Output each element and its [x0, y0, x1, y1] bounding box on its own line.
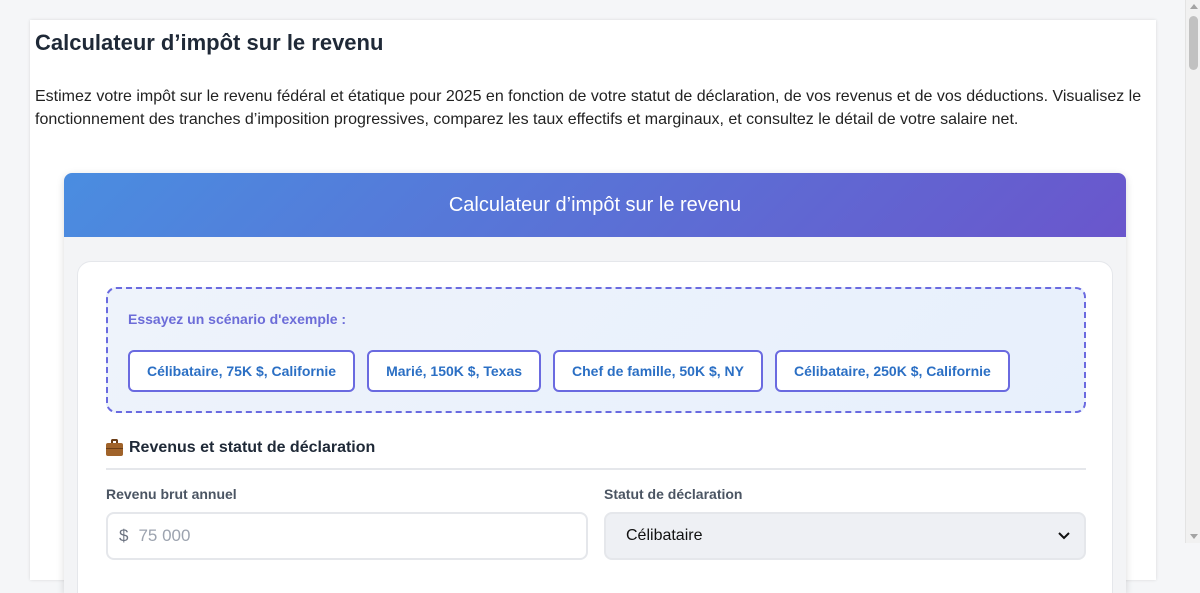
example-scenarios-box: Essayez un scénario d'exemple : Célibata… — [106, 287, 1086, 413]
scenario-button-single-75k-california[interactable]: Célibataire, 75K $, Californie — [128, 350, 356, 392]
calculator-card: Essayez un scénario d'exemple : Célibata… — [77, 261, 1113, 593]
scroll-up-icon[interactable] — [1190, 4, 1198, 9]
scenario-buttons: Célibataire, 75K $, Californie Marié, 15… — [128, 350, 1010, 392]
gross-income-field[interactable]: $ — [106, 512, 588, 560]
calculator-widget: Calculateur d’impôt sur le revenu Essaye… — [64, 173, 1126, 593]
briefcase-icon — [106, 439, 123, 456]
scenarios-label: Essayez un scénario d'exemple : — [128, 311, 347, 327]
gross-income-label: Revenu brut annuel — [106, 486, 237, 502]
vertical-scrollbar[interactable] — [1185, 0, 1200, 543]
filing-status-label: Statut de déclaration — [604, 486, 743, 502]
calculator-header: Calculateur d’impôt sur le revenu — [64, 173, 1126, 237]
income-section-heading: Revenus et statut de déclaration — [106, 439, 1086, 470]
scenario-button-head-household-50k-ny[interactable]: Chef de famille, 50K $, NY — [553, 350, 763, 392]
page-content: Calculateur d’impôt sur le revenu Estime… — [30, 20, 1156, 593]
scenario-button-married-150k-texas[interactable]: Marié, 150K $, Texas — [367, 350, 542, 392]
scroll-down-icon[interactable] — [1190, 534, 1198, 539]
gross-income-input[interactable] — [136, 525, 537, 547]
filing-status-value: Célibataire — [626, 527, 703, 544]
scenario-button-single-250k-california[interactable]: Célibataire, 250K $, Californie — [774, 350, 1010, 392]
intro-text: Estimez votre impôt sur le revenu fédéra… — [35, 88, 1142, 128]
section-title-text: Revenus et statut de déclaration — [129, 439, 376, 456]
chevron-down-icon — [1058, 532, 1070, 540]
dollar-icon: $ — [119, 526, 129, 545]
scrollbar-thumb[interactable] — [1189, 16, 1198, 70]
filing-status-select[interactable]: Célibataire — [604, 512, 1086, 560]
page-title: Calculateur d’impôt sur le revenu — [35, 30, 384, 55]
